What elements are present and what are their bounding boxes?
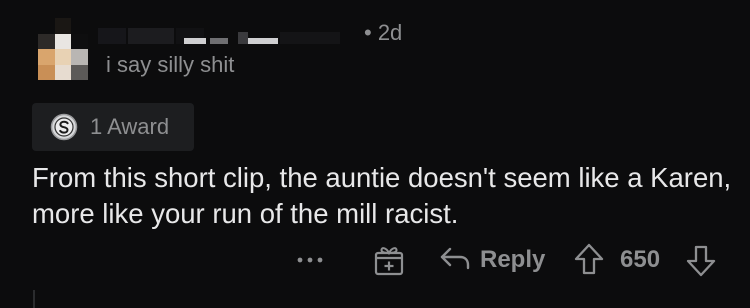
- more-horizontal-icon[interactable]: [296, 248, 324, 268]
- reply-arrow-icon: [438, 244, 472, 277]
- comment-actions: Reply 650: [0, 238, 750, 282]
- user-flair: i say silly shit: [106, 52, 235, 77]
- downvote-arrow-icon[interactable]: [684, 244, 718, 278]
- award-count-label: 1 Award: [90, 114, 170, 139]
- vote-score: 650: [620, 246, 661, 273]
- comment-timestamp: • 2d: [364, 20, 403, 45]
- gift-award-icon[interactable]: [372, 244, 406, 276]
- silver-award-icon: [50, 113, 78, 141]
- upvote-arrow-icon[interactable]: [572, 242, 606, 276]
- avatar[interactable]: [38, 18, 88, 80]
- comment-body: From this short clip, the auntie doesn't…: [32, 162, 732, 229]
- reply-button[interactable]: Reply: [438, 244, 545, 276]
- comment-card: • 2d i say silly shit 1 Award From this …: [0, 0, 750, 308]
- reply-label: Reply: [480, 246, 546, 273]
- award-pill[interactable]: 1 Award: [32, 103, 194, 151]
- username-redacted[interactable]: [98, 28, 356, 44]
- thread-line[interactable]: [33, 290, 35, 308]
